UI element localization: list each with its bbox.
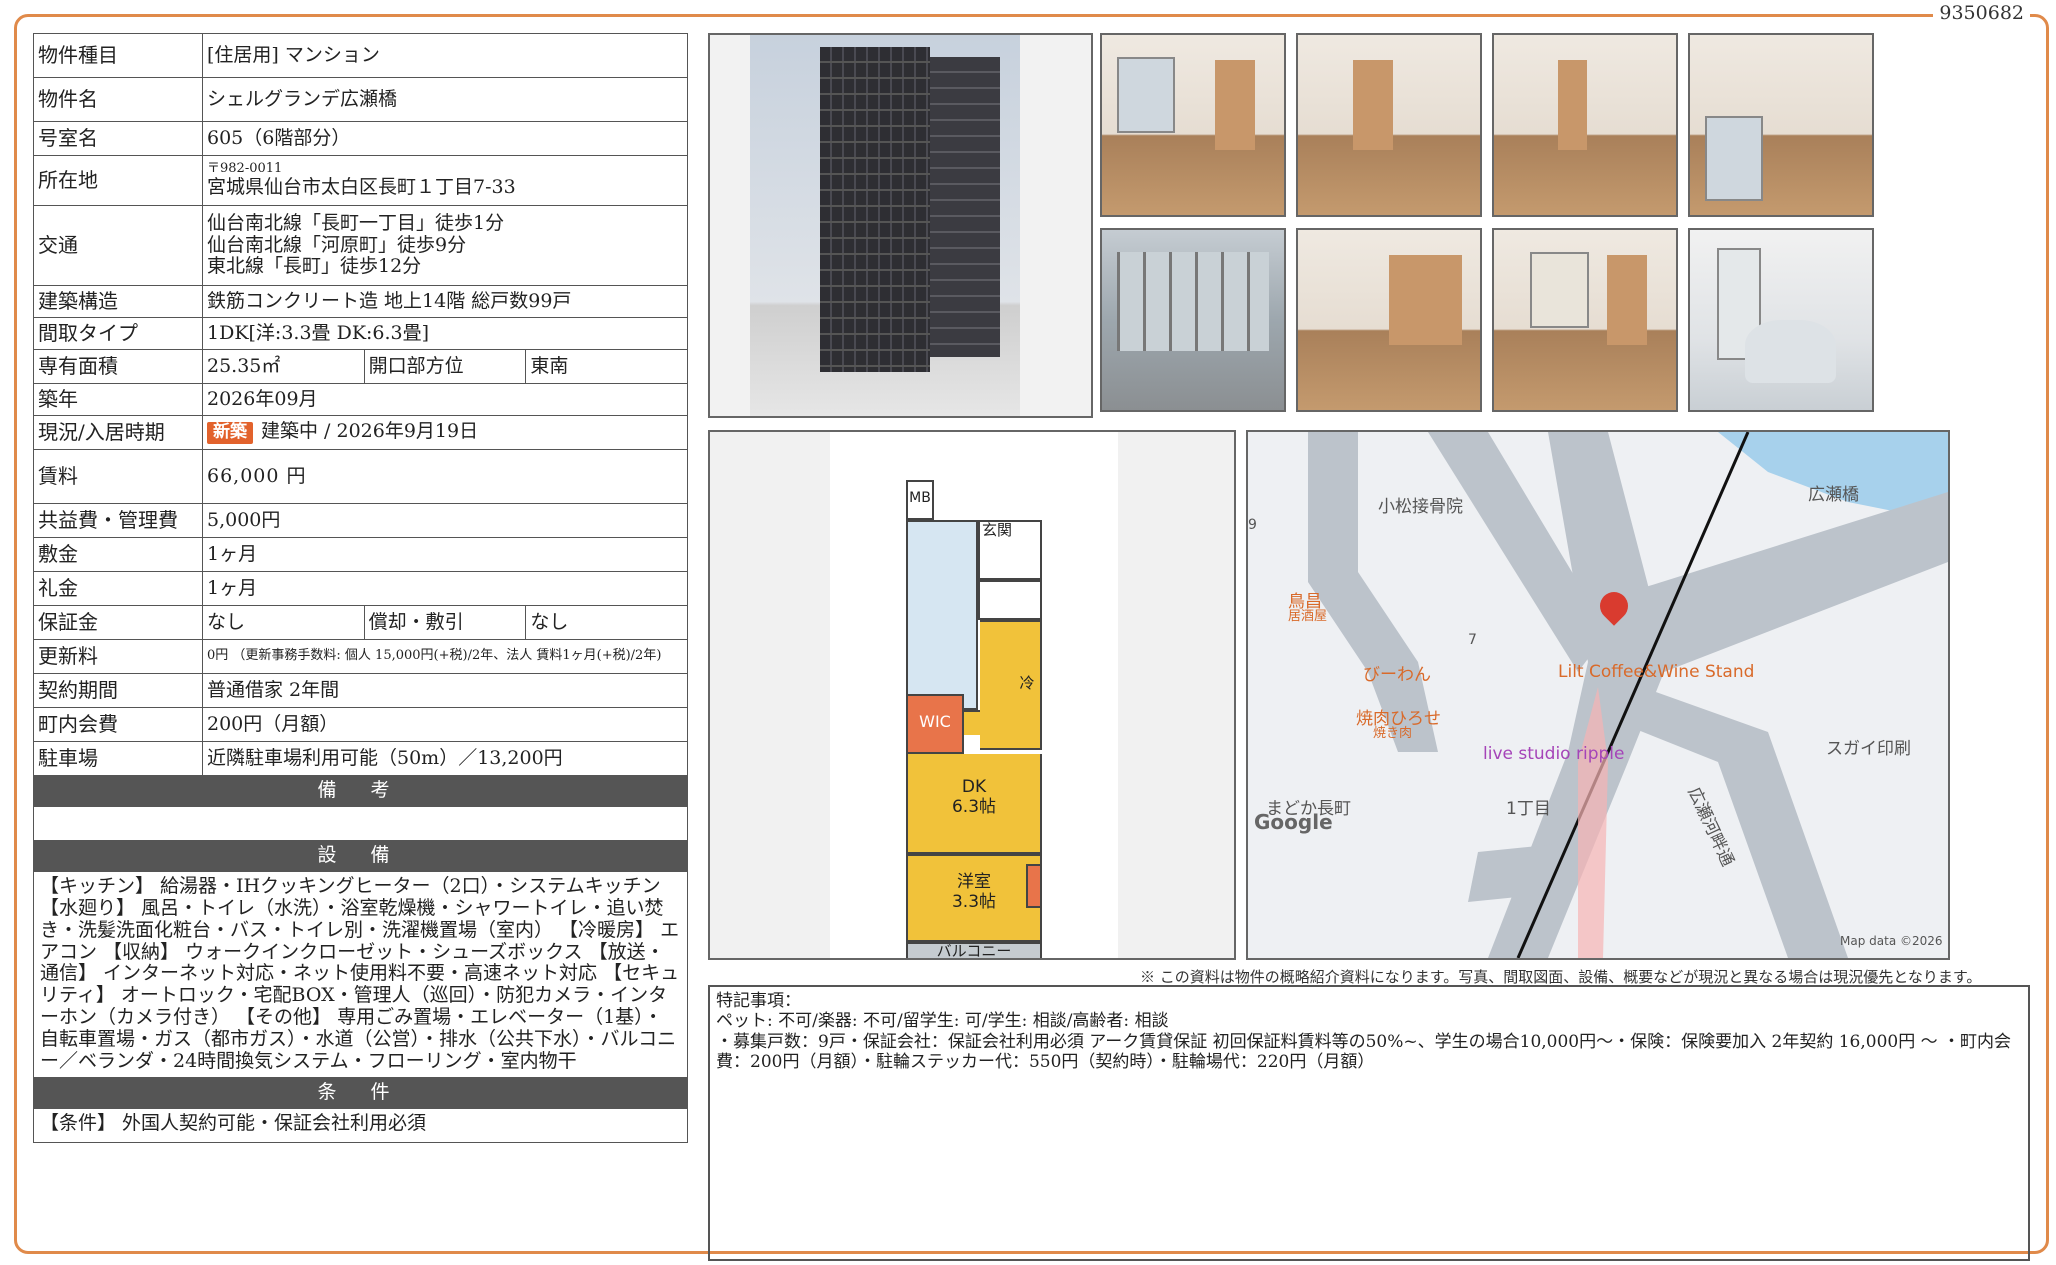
special-title: 特記事項：: [716, 991, 801, 1011]
map-label: 広瀬橋: [1808, 485, 1859, 505]
special-line: ペット: 不可/楽器: 不可/留学生: 可/学生: 相談/高齢者: 相談: [716, 1011, 1169, 1032]
conditions-title: 条 件: [33, 1076, 688, 1109]
disclaimer: ※ この資料は物件の概略紹介資料になります。写真、間取図面、設備、概要などが現況…: [1140, 968, 1982, 986]
structure-value: 鉄筋コンクリート造 地上14階 総戸数99戸: [202, 285, 688, 318]
special-line: ・募集戸数：9戸・保証会社：保証会社利用必須 アーク賃貸保証 初回保証料賃料等の…: [716, 1031, 2012, 1073]
guarantee-label: 保証金: [33, 605, 203, 640]
property-table: 物件種目 [住居用] マンション 物件名 シェルグランデ広瀬橋 号室名 605（…: [33, 33, 688, 1143]
dk-name: DK: [961, 777, 987, 797]
amort-value: なし: [525, 605, 688, 640]
map-label: 焼き肉: [1373, 726, 1413, 741]
status-label: 現況/入居時期: [33, 415, 203, 450]
address-zip: 〒982-0011: [207, 161, 283, 177]
interior-photo: [1296, 228, 1482, 412]
rent-value: 66,000 円: [202, 449, 688, 504]
town-label: 町内会費: [33, 707, 203, 742]
layout-value: 1DK[洋:3.3畳 DK:6.3畳]: [202, 317, 688, 350]
renewal-label: 更新料: [33, 639, 203, 674]
map-label: スガイ印刷: [1826, 739, 1911, 759]
keymoney-label: 礼金: [33, 571, 203, 606]
fee-label: 共益費・管理費: [33, 503, 203, 538]
location-map: 小松接骨院 広瀬橋 鳥昌 居酒屋 びーわん Lilt Coffee&Wine S…: [1246, 430, 1950, 960]
interior-photo: [1492, 33, 1678, 217]
interior-photo: [1688, 228, 1874, 412]
opening-label: 開口部方位: [363, 349, 527, 384]
guarantee-value: なし: [202, 605, 365, 640]
dk-label: DK 6.3帖: [906, 777, 1042, 818]
area-value: 25.35㎡: [202, 349, 365, 384]
mb-label: MB: [909, 490, 931, 506]
wic-label: WIC: [919, 712, 951, 731]
fridge-label: 冷: [1019, 674, 1035, 692]
equipment-body: 【キッチン】 給湯器・IHクッキングヒーター（2口）・システムキッチン 【水廻り…: [33, 871, 688, 1078]
room-label: 号室名: [33, 121, 203, 156]
layout-label: 間取タイプ: [33, 317, 203, 350]
type-label: 物件種目: [33, 33, 203, 78]
document-id: 9350682: [1933, 2, 2030, 24]
yoshitsu-size: 3.3帖: [951, 892, 997, 913]
map-label: live studio ripple: [1483, 744, 1625, 764]
parking-label: 駐車場: [33, 741, 203, 776]
name-label: 物件名: [33, 77, 203, 122]
keymoney-value: 1ヶ月: [202, 571, 688, 606]
parking-value: 近隣駐車場利用可能（50m）／13,200円: [202, 741, 688, 776]
access-label: 交通: [33, 205, 203, 286]
remarks-title: 備 考: [33, 775, 688, 807]
map-label: 居酒屋: [1288, 609, 1328, 624]
map-label: Lilt Coffee&Wine Stand: [1558, 662, 1755, 682]
map-label: 小松接骨院: [1378, 497, 1463, 517]
interior-photo: [1688, 33, 1874, 217]
status-value: 建築中 / 2026年9月19日: [261, 420, 479, 443]
fee-value: 5,000円: [202, 503, 688, 538]
remarks-body: [33, 806, 688, 841]
yoshitsu-label: 洋室 3.3帖: [906, 872, 1042, 913]
address-label: 所在地: [33, 155, 203, 206]
interior-photo: [1100, 33, 1286, 217]
map-label: 7: [1468, 632, 1477, 648]
address-value: 宮城県仙台市太白区長町１丁目7-33: [207, 176, 516, 199]
access-line: 仙台南北線「長町一丁目」徒歩1分: [207, 211, 505, 234]
renewal-value: 0円 （更新事務手数料: 個人 15,000円(+税)/2年、法人 賃料1ヶ月(…: [202, 639, 688, 674]
dk-size: 6.3帖: [951, 797, 997, 818]
yoshitsu-name: 洋室: [957, 872, 991, 892]
balcony-label: バルコニー: [936, 942, 1012, 960]
amort-label: 償却・敷引: [363, 605, 527, 640]
type-value: [住居用] マンション: [202, 33, 688, 78]
built-label: 築年: [33, 383, 203, 416]
floor-plan: MB 玄関 冷 WIC DK 6.3帖 洋室 3.3帖 バルコニー: [708, 430, 1236, 960]
map-label: 1丁目: [1506, 799, 1551, 819]
access-line: 仙台南北線「河原町」徒歩9分: [207, 233, 467, 256]
access-line: 東北線「長町」徒歩12分: [207, 255, 422, 278]
structure-label: 建築構造: [33, 285, 203, 318]
google-logo: Google: [1254, 810, 1333, 834]
deposit-label: 敷金: [33, 537, 203, 572]
built-value: 2026年09月: [202, 383, 688, 416]
map-attribution: Map data ©2026: [1840, 934, 1943, 948]
entrance-label: 玄関: [981, 521, 1012, 539]
map-label: びーわん: [1363, 665, 1431, 685]
conditions-body: 【条件】 外国人契約可能・保証会社利用必須: [33, 1107, 688, 1143]
interior-photo: [1100, 228, 1286, 412]
special-notes: 特記事項： ペット: 不可/楽器: 不可/留学生: 可/学生: 相談/高齢者: …: [708, 985, 2030, 1261]
town-value: 200円（月額）: [202, 707, 688, 742]
interior-photo: [1296, 33, 1482, 217]
contract-value: 普通借家 2年間: [202, 673, 688, 708]
name-value: シェルグランデ広瀬橋: [202, 77, 688, 122]
interior-photo: [1492, 228, 1678, 412]
deposit-value: 1ヶ月: [202, 537, 688, 572]
new-badge: 新築: [207, 422, 253, 444]
opening-value: 東南: [525, 349, 688, 384]
map-roads: [1308, 432, 1948, 958]
room-value: 605（6階部分）: [202, 121, 688, 156]
area-label: 専有面積: [33, 349, 203, 384]
map-label: 9: [1248, 517, 1257, 533]
contract-label: 契約期間: [33, 673, 203, 708]
exterior-photo: [708, 33, 1093, 418]
equipment-title: 設 備: [33, 840, 688, 872]
rent-label: 賃料: [33, 449, 203, 504]
